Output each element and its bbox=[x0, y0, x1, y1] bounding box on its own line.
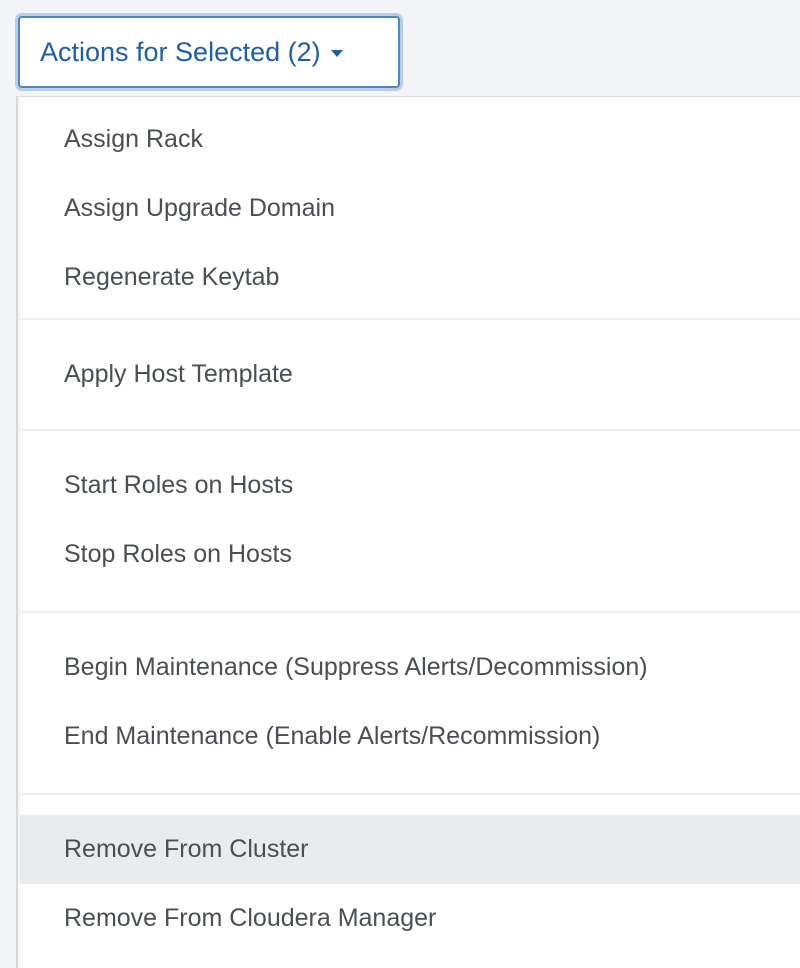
menu-item-start-roles[interactable]: Start Roles on Hosts bbox=[20, 451, 800, 520]
menu-group-host-config: Assign Rack Assign Upgrade Domain Regene… bbox=[20, 97, 800, 318]
actions-dropdown-menu: Assign Rack Assign Upgrade Domain Regene… bbox=[20, 96, 800, 968]
menu-item-remove-from-cloudera-manager[interactable]: Remove From Cloudera Manager bbox=[20, 884, 800, 953]
left-panel-edge bbox=[0, 96, 18, 968]
caret-down-icon bbox=[330, 50, 343, 57]
menu-group-roles: Start Roles on Hosts Stop Roles on Hosts bbox=[20, 431, 800, 611]
menu-item-end-maintenance[interactable]: End Maintenance (Enable Alerts/Recommiss… bbox=[20, 702, 800, 771]
menu-group-remove: Remove From Cluster Remove From Cloudera… bbox=[20, 795, 800, 953]
menu-item-begin-maintenance[interactable]: Begin Maintenance (Suppress Alerts/Decom… bbox=[20, 633, 800, 702]
toolbar: Actions for Selected (2) bbox=[0, 0, 800, 96]
menu-item-regenerate-keytab[interactable]: Regenerate Keytab bbox=[20, 243, 800, 312]
menu-item-stop-roles[interactable]: Stop Roles on Hosts bbox=[20, 520, 800, 589]
actions-button-label: Actions for Selected (2) bbox=[40, 36, 321, 67]
menu-item-remove-from-cluster[interactable]: Remove From Cluster bbox=[20, 815, 800, 884]
menu-item-assign-rack[interactable]: Assign Rack bbox=[20, 105, 800, 174]
page: Actions for Selected (2) Assign Rack Ass… bbox=[0, 0, 800, 968]
menu-group-maintenance: Begin Maintenance (Suppress Alerts/Decom… bbox=[20, 613, 800, 793]
menu-item-apply-host-template[interactable]: Apply Host Template bbox=[20, 340, 800, 409]
menu-item-assign-upgrade-domain[interactable]: Assign Upgrade Domain bbox=[20, 174, 800, 243]
menu-group-template: Apply Host Template bbox=[20, 320, 800, 429]
actions-for-selected-button[interactable]: Actions for Selected (2) bbox=[18, 16, 400, 88]
